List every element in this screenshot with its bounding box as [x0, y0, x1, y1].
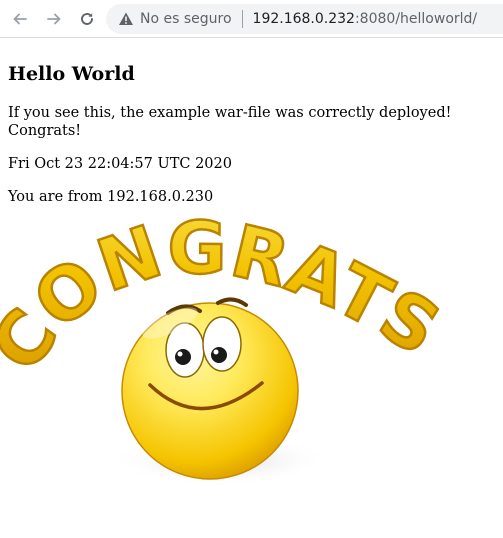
arrow-left-icon: [13, 13, 27, 25]
reload-icon: [81, 13, 93, 25]
smiley-face: [121, 297, 299, 480]
reload-button[interactable]: [76, 8, 98, 30]
forward-button[interactable]: [43, 8, 65, 30]
warning-triangle-icon[interactable]: [118, 11, 134, 27]
browser-toolbar: No es seguro 192.168.0.232:8080/hellowor…: [0, 0, 503, 38]
url-host[interactable]: 192.168.0.232: [253, 11, 355, 27]
security-status-label[interactable]: No es seguro: [140, 11, 232, 27]
timestamp-text: Fri Oct 23 22:04:57 UTC 2020: [8, 156, 232, 172]
address-bar-divider: [241, 10, 243, 28]
address-bar[interactable]: No es seguro 192.168.0.232:8080/hellowor…: [106, 4, 503, 34]
url-path[interactable]: :8080/helloworld/: [355, 11, 477, 27]
deploy-message: If you see this, the example war-file wa…: [8, 105, 452, 139]
page-content: Hello World If you see this, the example…: [8, 38, 498, 206]
client-ip-text: You are from 192.168.0.230: [8, 189, 214, 205]
back-button[interactable]: [9, 8, 31, 30]
arrow-right-icon: [47, 13, 61, 25]
congrats-smiley-image: CONGRATS!: [0, 205, 455, 486]
page-title: Hello World: [8, 63, 135, 85]
